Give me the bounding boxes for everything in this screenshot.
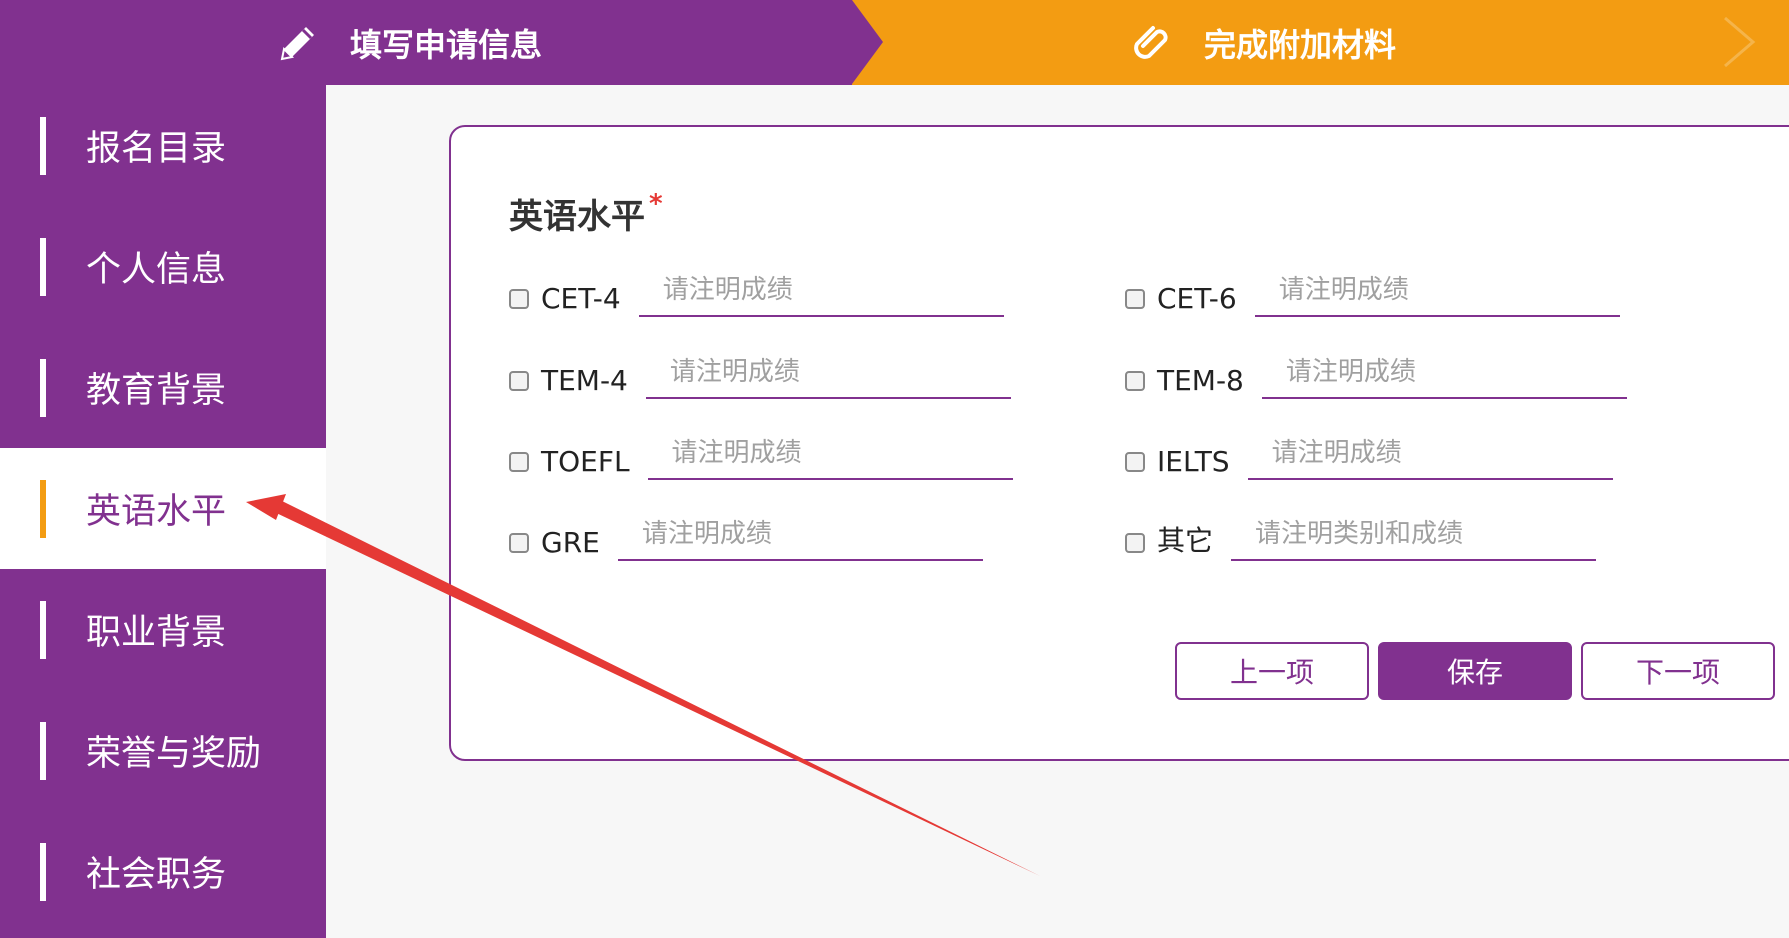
sidebar-item-social-positions[interactable]: 社会职务 (0, 811, 326, 932)
step-bar: 填写申请信息 完成附加材料 (0, 0, 1789, 85)
tem4-score-input[interactable] (645, 347, 1011, 399)
option-tem8: TEM-8 (1125, 343, 1627, 399)
option-label: TOEFL (541, 445, 630, 478)
paperclip-icon (1124, 15, 1180, 71)
tem4-checkbox[interactable] (509, 371, 529, 391)
chevron-right-icon (1709, 12, 1769, 72)
sidebar-item-marker (40, 721, 46, 780)
option-label: CET-6 (1157, 282, 1237, 315)
option-gre: GRE (509, 505, 983, 561)
previous-button[interactable]: 上一项 (1175, 642, 1369, 700)
other-checkbox[interactable] (1125, 533, 1145, 553)
sidebar-item-marker (40, 116, 46, 175)
sidebar-item-marker (40, 842, 46, 901)
toefl-checkbox[interactable] (509, 452, 529, 472)
next-button[interactable]: 下一项 (1581, 642, 1775, 700)
cet4-checkbox[interactable] (509, 289, 529, 309)
form-title: 英语水平 * (509, 189, 663, 238)
sidebar-item-english-level[interactable]: 英语水平 (0, 448, 326, 569)
cet6-score-input[interactable] (1254, 265, 1620, 317)
option-label: IELTS (1157, 445, 1230, 478)
sidebar-item-education[interactable]: 教育背景 (0, 327, 326, 448)
option-label: GRE (541, 526, 600, 559)
gre-checkbox[interactable] (509, 533, 529, 553)
sidebar-item-label: 社会职务 (86, 855, 227, 895)
option-ielts: IELTS (1125, 424, 1613, 480)
sidebar: 报名目录 个人信息 教育背景 英语水平 职业背景 荣誉与奖励 社会职务 (0, 85, 326, 938)
sidebar-item-career[interactable]: 职业背景 (0, 569, 326, 690)
ielts-checkbox[interactable] (1125, 452, 1145, 472)
sidebar-item-marker (40, 479, 46, 538)
option-tem4: TEM-4 (509, 343, 1011, 399)
option-cet6: CET-6 (1125, 261, 1620, 317)
save-button[interactable]: 保存 (1378, 642, 1572, 700)
sidebar-item-honors[interactable]: 荣誉与奖励 (0, 690, 326, 811)
pencil-icon (270, 15, 326, 71)
required-mark: * (649, 189, 663, 219)
tem8-score-input[interactable] (1261, 347, 1627, 399)
sidebar-item-marker (40, 358, 46, 417)
cet6-checkbox[interactable] (1125, 289, 1145, 309)
option-cet4: CET-4 (509, 261, 1004, 317)
sidebar-item-registration-catalog[interactable]: 报名目录 (0, 85, 326, 206)
step-fill-application[interactable]: 填写申请信息 (0, 0, 883, 85)
option-label: TEM-8 (1157, 364, 1244, 397)
option-other: 其它 (1125, 505, 1597, 561)
option-label: CET-4 (541, 282, 621, 315)
sidebar-item-label: 教育背景 (86, 371, 227, 411)
toefl-score-input[interactable] (647, 428, 1013, 480)
sidebar-item-label: 报名目录 (86, 129, 227, 169)
gre-score-input[interactable] (617, 509, 983, 561)
ielts-score-input[interactable] (1247, 428, 1613, 480)
other-score-input[interactable] (1231, 509, 1597, 561)
cet4-score-input[interactable] (638, 265, 1004, 317)
option-label: TEM-4 (541, 364, 628, 397)
option-label: 其它 (1157, 524, 1214, 557)
english-level-form: 英语水平* CET-4 CET-6 TEM-4 TEM-8 TOEFL IELT… (449, 125, 1789, 761)
sidebar-item-label: 荣誉与奖励 (86, 734, 262, 774)
sidebar-item-label: 英语水平 (86, 492, 227, 532)
sidebar-item-personal-info[interactable]: 个人信息 (0, 206, 326, 327)
sidebar-item-label: 个人信息 (86, 250, 227, 290)
tem8-checkbox[interactable] (1125, 371, 1145, 391)
form-title-text: 英语水平 (509, 197, 645, 237)
option-toefl: TOEFL (509, 424, 1013, 480)
step-additional-materials-label: 完成附加材料 (1204, 25, 1397, 64)
step-fill-application-label: 填写申请信息 (350, 25, 543, 64)
step-additional-materials[interactable]: 完成附加材料 (852, 0, 1789, 85)
sidebar-item-marker (40, 237, 46, 296)
sidebar-item-marker (40, 600, 46, 659)
sidebar-item-label: 职业背景 (86, 613, 227, 653)
